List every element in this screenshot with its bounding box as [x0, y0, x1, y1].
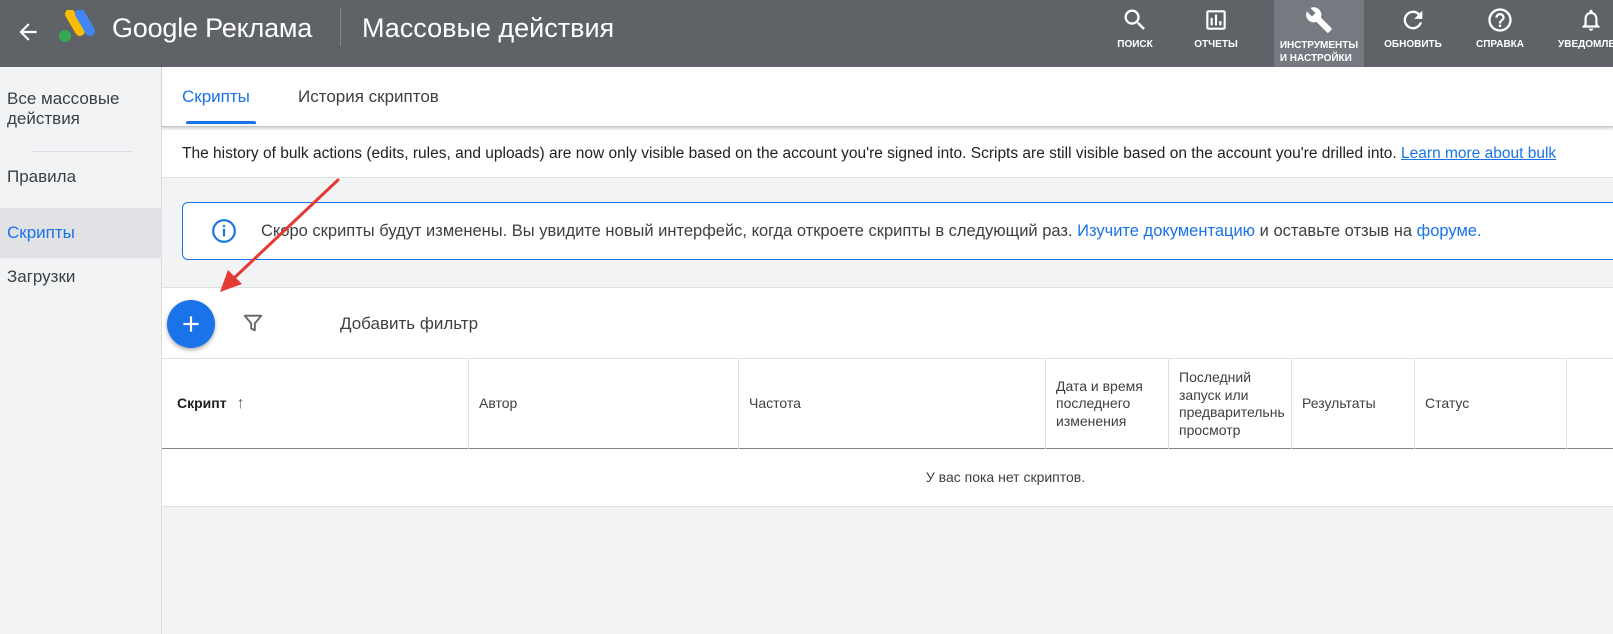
back-arrow-icon[interactable]: [8, 12, 48, 52]
google-ads-logo-icon: [56, 9, 98, 44]
sidebar-item-label: Правила: [7, 167, 77, 186]
brand-name: Google Реклама: [112, 13, 313, 43]
sidebar-item-label: Загрузки: [7, 267, 76, 286]
sidebar-item-uploads[interactable]: Загрузки: [0, 267, 162, 289]
scripts-table: Скрипт ↑ Автор Частота Дата и время посл…: [162, 358, 1613, 507]
column-header-results[interactable]: Результаты: [1292, 359, 1415, 449]
info-text-middle: и оставьте отзыв на: [1255, 222, 1417, 240]
reports-tool-button[interactable]: ОТЧЕТЫ: [1186, 0, 1246, 67]
refresh-icon: [1398, 5, 1428, 35]
column-header-label: Скрипт: [177, 395, 227, 412]
forum-link[interactable]: форуме.: [1417, 222, 1482, 240]
main-content: Скрипты История скриптов The history of …: [162, 67, 1613, 634]
scripts-update-info-box: Скоро скрипты будут изменены. Вы увидите…: [182, 202, 1613, 260]
info-icon: [212, 219, 236, 243]
notice-text: The history of bulk actions (edits, rule…: [182, 145, 1402, 162]
column-header-last-run[interactable]: Последний запуск или предварительный про…: [1169, 359, 1292, 449]
plus-icon: [183, 316, 199, 332]
learn-more-link[interactable]: Learn more about bulk: [1401, 145, 1556, 162]
bell-icon: [1576, 5, 1606, 35]
tools-label-line2: И НАСТРОЙКИ: [1279, 53, 1352, 64]
sidebar-item-label: Скрипты: [7, 223, 75, 242]
notifications-tool-button[interactable]: УВЕДОМЛЕ: [1558, 0, 1613, 67]
reports-tool-label: ОТЧЕТЫ: [1194, 39, 1238, 50]
column-header-label: Частота: [749, 395, 801, 412]
wrench-icon: [1304, 5, 1334, 35]
column-header-author[interactable]: Автор: [469, 359, 739, 449]
sidebar-divider: [32, 151, 132, 152]
help-icon: [1485, 5, 1515, 35]
sort-ascending-icon: ↑: [236, 395, 245, 413]
help-tool-label: СПРАВКА: [1476, 39, 1524, 50]
table-toolbar: Добавить фильтр: [162, 287, 1613, 358]
sidebar-item-all-bulk-actions[interactable]: Все массовые действия: [0, 89, 162, 129]
column-header-label: Дата и время последнего изменения: [1056, 377, 1143, 429]
add-filter-button[interactable]: Добавить фильтр: [340, 314, 478, 334]
app-header: Google Реклама Массовые действия ПОИСК О…: [0, 0, 1613, 67]
notifications-tool-label: УВЕДОМЛЕ: [1558, 39, 1613, 50]
refresh-tool-button[interactable]: ОБНОВИТЬ: [1381, 0, 1445, 67]
sidebar-item-scripts[interactable]: Скрипты: [0, 208, 162, 258]
column-header-label: Результаты: [1302, 395, 1376, 412]
refresh-tool-label: ОБНОВИТЬ: [1384, 39, 1442, 50]
search-icon: [1120, 5, 1150, 35]
tab-scripts[interactable]: Скрипты: [182, 87, 250, 107]
column-header-script[interactable]: Скрипт ↑: [162, 359, 469, 449]
column-header-label: Автор: [479, 395, 518, 412]
table-header: Скрипт ↑ Автор Частота Дата и время посл…: [162, 358, 1613, 449]
search-tool-label: ПОИСК: [1117, 39, 1153, 50]
page-title: Массовые действия: [362, 13, 615, 43]
sidebar: Все массовые действия Правила Скрипты За…: [0, 67, 162, 634]
tools-settings-label: ИНСТРУМЕНТЫ И НАСТРОЙКИ: [1280, 39, 1358, 65]
reports-icon: [1201, 5, 1231, 35]
info-text: Скоро скрипты будут изменены. Вы увидите…: [261, 222, 1078, 240]
sidebar-item-label: Все массовые: [7, 89, 120, 108]
sidebar-item-label-line2: действия: [7, 109, 80, 128]
tools-label-line1: ИНСТРУМЕНТЫ: [1279, 40, 1359, 51]
sidebar-item-rules[interactable]: Правила: [0, 167, 162, 189]
column-header-label: Статус: [1425, 395, 1470, 412]
documentation-link[interactable]: Изучите документацию: [1077, 222, 1255, 240]
add-script-button[interactable]: [167, 300, 215, 348]
active-tab-indicator: [186, 121, 256, 124]
column-header-status[interactable]: Статус: [1415, 359, 1567, 449]
filter-icon[interactable]: [242, 312, 264, 334]
empty-table-message: У вас пока нет скриптов.: [162, 449, 1613, 507]
header-divider: [340, 8, 341, 46]
column-header-last-modified[interactable]: Дата и время последнего изменения: [1046, 359, 1169, 449]
tab-bar: Скрипты История скриптов: [162, 67, 1613, 127]
help-tool-button[interactable]: СПРАВКА: [1472, 0, 1528, 67]
tools-settings-button[interactable]: ИНСТРУМЕНТЫ И НАСТРОЙКИ: [1274, 0, 1364, 67]
search-tool-button[interactable]: ПОИСК: [1106, 0, 1164, 67]
column-header-label: Последний запуск или предварительный про…: [1179, 369, 1285, 438]
column-header-frequency[interactable]: Частота: [739, 359, 1046, 449]
tab-scripts-history[interactable]: История скриптов: [298, 87, 439, 107]
account-notice-banner: The history of bulk actions (edits, rule…: [162, 130, 1613, 178]
